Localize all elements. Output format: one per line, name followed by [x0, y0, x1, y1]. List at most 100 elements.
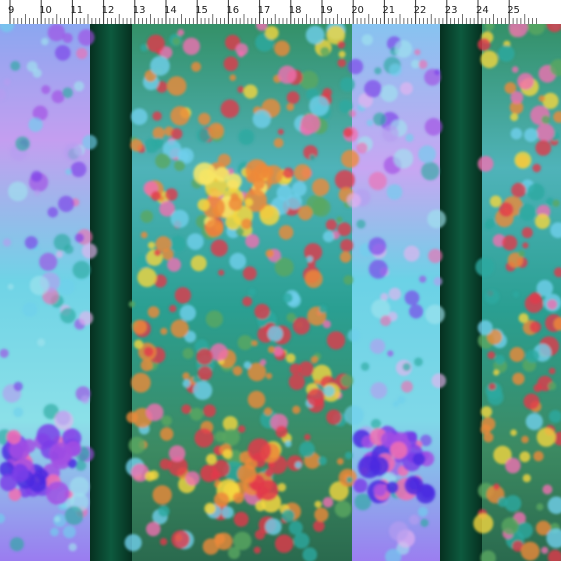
flower-blob	[13, 407, 24, 418]
ruler-number: 10	[39, 5, 52, 16]
flower-blob	[386, 481, 399, 494]
flower-blob	[237, 50, 245, 58]
flower-blob	[6, 429, 21, 445]
flower-blob	[313, 520, 325, 532]
flower-blob	[24, 236, 38, 250]
ruler-number: 15	[195, 5, 208, 16]
flower-blob	[76, 47, 88, 60]
flower-blob	[285, 353, 296, 364]
flower-blob	[81, 243, 98, 259]
flower-blob	[538, 95, 546, 102]
flower-blob	[339, 99, 353, 113]
flower-blob	[289, 363, 302, 375]
flower-blob	[196, 348, 213, 365]
flower-blob	[222, 449, 233, 459]
flower-blob	[140, 44, 148, 52]
flower-blob	[37, 338, 46, 347]
flower-blob	[28, 474, 47, 493]
flower-blob	[203, 404, 217, 418]
flower-blob	[9, 537, 24, 552]
flower-blob	[293, 532, 310, 549]
flower-blob	[288, 373, 305, 390]
flower-blob	[380, 84, 398, 103]
flower-blob	[480, 406, 493, 418]
flower-blob	[366, 119, 374, 127]
flower-blob	[41, 37, 49, 46]
flower-blob	[425, 304, 445, 325]
flower-blob	[484, 222, 492, 230]
flower-blob	[13, 381, 23, 392]
flower-blob	[47, 207, 59, 218]
flower-blob	[254, 303, 270, 320]
flower-blob	[3, 78, 11, 86]
flower-blob	[282, 167, 294, 179]
ruler-number: 13	[133, 5, 146, 16]
flower-blob	[304, 243, 323, 262]
ruler-number: 21	[382, 5, 395, 16]
flower-blob	[190, 407, 203, 421]
flower-blob	[513, 291, 520, 298]
flower-blob	[421, 161, 440, 181]
ruler-number: 22	[414, 5, 427, 16]
flower-blob	[210, 470, 221, 481]
flower-blob	[533, 451, 544, 462]
flower-blob	[150, 56, 170, 76]
flower-blob	[160, 327, 168, 335]
flower-blob	[309, 154, 316, 161]
flower-blob	[541, 546, 549, 554]
flower-blob	[78, 311, 94, 326]
flower-blob	[182, 372, 190, 380]
flower-blob	[264, 26, 279, 40]
flower-blob	[47, 23, 66, 42]
flower-blob	[58, 195, 75, 212]
flower-blob	[518, 250, 525, 258]
ruler-number: 18	[289, 5, 302, 16]
flower-blob	[498, 202, 514, 217]
flower-blob	[264, 468, 274, 478]
flower-blob	[339, 251, 352, 263]
flower-blob	[229, 252, 247, 270]
flower-blob	[300, 113, 321, 134]
flower-blob	[344, 405, 364, 426]
flower-blob	[46, 481, 70, 505]
flower-blob	[145, 403, 164, 422]
flower-blob	[304, 270, 323, 288]
flower-blob	[140, 231, 148, 239]
flower-blob	[245, 234, 260, 249]
flower-blob	[130, 139, 143, 152]
flower-blob	[305, 25, 325, 45]
flower-blob	[534, 213, 551, 229]
flower-blob	[509, 347, 525, 362]
flower-blob	[401, 380, 413, 393]
flower-blob	[213, 492, 230, 508]
flower-blob	[498, 45, 515, 62]
flower-blob	[368, 171, 387, 191]
flower-blob	[182, 348, 194, 359]
flower-blob	[548, 382, 557, 391]
flower-blob	[160, 427, 174, 441]
flower-blob	[41, 85, 51, 95]
flower-blob	[273, 138, 284, 148]
flower-blob	[55, 251, 63, 258]
flower-blob	[428, 248, 443, 264]
ruler-number: 25	[507, 5, 520, 16]
flower-blob	[405, 133, 414, 142]
flower-blob	[194, 428, 214, 448]
flower-blob	[340, 239, 354, 252]
flower-blob	[208, 122, 225, 139]
measuring-ruler: 9 10 11 12 13 14 15 16 17 18 19 20 21 22 23 24 25	[0, 0, 561, 24]
flower-blob	[322, 497, 334, 508]
flower-blob	[131, 108, 148, 125]
ruler-number: 24	[476, 5, 489, 16]
flower-blob	[281, 509, 295, 523]
flower-blob	[542, 484, 553, 495]
flower-blob	[267, 346, 276, 354]
flower-blob	[252, 109, 271, 129]
flower-blob	[159, 458, 171, 470]
flower-blob	[427, 209, 446, 229]
flower-blob	[349, 110, 356, 118]
flower-blob	[501, 517, 519, 535]
flower-blob	[294, 461, 302, 469]
flower-blob	[414, 49, 421, 56]
flower-blob	[552, 199, 560, 207]
